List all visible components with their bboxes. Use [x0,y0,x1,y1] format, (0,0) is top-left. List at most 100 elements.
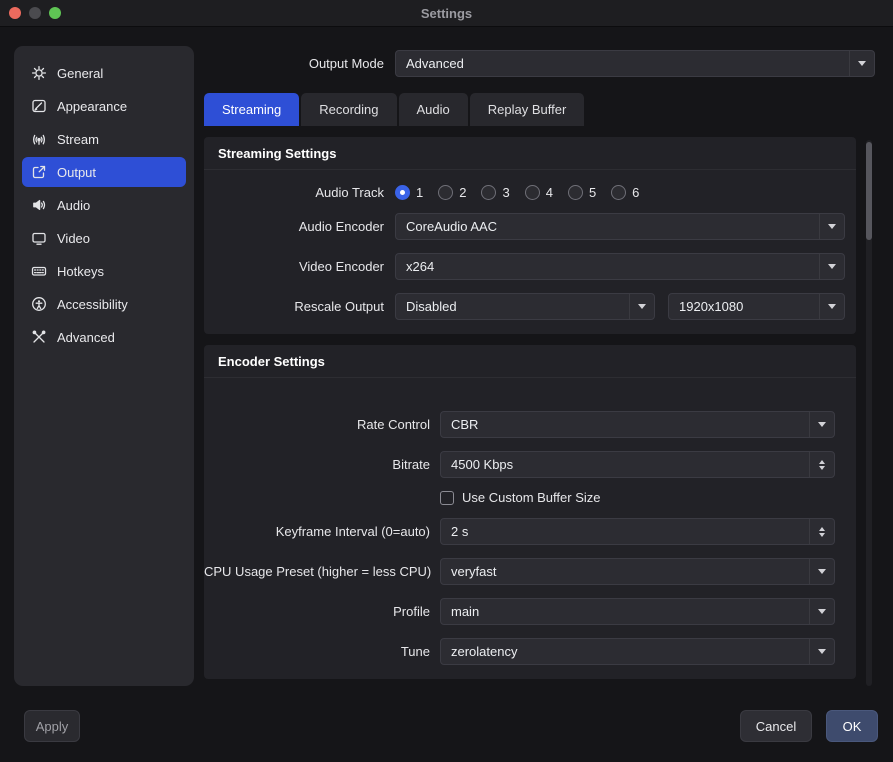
chevron-down-icon [809,412,834,437]
apply-button[interactable]: Apply [24,710,80,742]
spinner-arrows-icon [809,452,834,477]
sidebar-item-hotkeys[interactable]: Hotkeys [22,256,186,286]
keyframe-interval-spinner[interactable]: 2 s [440,518,835,545]
chevron-down-icon [809,559,834,584]
rescale-resolution-select[interactable]: 1920x1080 [668,293,845,320]
rate-control-select[interactable]: CBR [440,411,835,438]
settings-sidebar: General Appearance Stream Output Audio V… [14,46,194,686]
output-mode-row: Output Mode Advanced [204,50,875,77]
radio-icon [481,185,496,200]
profile-row: Profile main [204,598,856,625]
rate-control-row: Rate Control CBR [204,411,856,438]
tab-audio[interactable]: Audio [399,93,468,126]
bitrate-value: 4500 Kbps [441,457,809,472]
audio-track-radio-6[interactable]: 6 [611,185,639,200]
streaming-settings-panel: Streaming Settings Audio Track 1 2 3 4 5… [204,137,856,334]
radio-label: 4 [546,185,553,200]
output-mode-label: Output Mode [204,56,384,71]
sidebar-item-label: Advanced [57,330,115,345]
sidebar-item-accessibility[interactable]: Accessibility [22,289,186,319]
scrollbar-thumb[interactable] [866,142,872,240]
hotkeys-icon [31,263,47,279]
cpu-usage-preset-select[interactable]: veryfast [440,558,835,585]
tab-label: Streaming [222,102,281,117]
sidebar-item-appearance[interactable]: Appearance [22,91,186,121]
scrollbar[interactable] [866,140,872,686]
gear-icon [31,65,47,81]
profile-label: Profile [204,604,430,619]
radio-label: 5 [589,185,596,200]
main-content: Output Mode Advanced Streaming Recording… [204,46,875,679]
output-mode-select[interactable]: Advanced [395,50,875,77]
audio-track-radio-3[interactable]: 3 [481,185,509,200]
minimize-button[interactable] [29,7,41,19]
sidebar-item-advanced[interactable]: Advanced [22,322,186,352]
tab-replay-buffer[interactable]: Replay Buffer [470,93,585,126]
sidebar-item-label: Appearance [57,99,127,114]
use-custom-buffer-label: Use Custom Buffer Size [462,490,600,505]
bitrate-label: Bitrate [204,457,430,472]
audio-track-radio-4[interactable]: 4 [525,185,553,200]
keyframe-interval-label: Keyframe Interval (0=auto) [204,524,430,539]
sidebar-item-label: Hotkeys [57,264,104,279]
rescale-output-value: Disabled [396,299,629,314]
cancel-button[interactable]: Cancel [740,710,812,742]
encoder-settings-title: Encoder Settings [204,345,856,378]
sidebar-item-output[interactable]: Output [22,157,186,187]
sidebar-item-label: Output [57,165,96,180]
sidebar-item-general[interactable]: General [22,58,186,88]
use-custom-buffer-checkbox[interactable] [440,491,454,505]
tune-row: Tune zerolatency [204,638,856,665]
radio-label: 1 [416,185,423,200]
audio-encoder-select[interactable]: CoreAudio AAC [395,213,845,240]
encoder-settings-panel: Encoder Settings Rate Control CBR Bitrat… [204,345,856,679]
tune-select[interactable]: zerolatency [440,638,835,665]
radio-icon [611,185,626,200]
chevron-down-icon [809,639,834,664]
tab-recording[interactable]: Recording [301,93,396,126]
sidebar-item-audio[interactable]: Audio [22,190,186,220]
tune-value: zerolatency [441,644,809,659]
video-encoder-value: x264 [396,259,819,274]
tab-label: Replay Buffer [488,102,567,117]
audio-encoder-label: Audio Encoder [204,219,384,234]
accessibility-icon [31,296,47,312]
cpu-usage-preset-value: veryfast [441,564,809,579]
chevron-down-icon [849,51,874,76]
audio-track-radio-1[interactable]: 1 [395,185,423,200]
tab-streaming[interactable]: Streaming [204,93,299,126]
settings-window: { "colors": { "accent": "#2e4fd6", "ok_b… [0,0,893,762]
audio-track-radio-group: 1 2 3 4 5 6 [395,185,639,200]
rescale-output-select[interactable]: Disabled [395,293,655,320]
streaming-settings-title: Streaming Settings [204,137,856,170]
sidebar-item-label: Video [57,231,90,246]
cpu-usage-preset-label: CPU Usage Preset (higher = less CPU) [204,564,430,579]
sidebar-item-video[interactable]: Video [22,223,186,253]
appearance-icon [31,98,47,114]
sidebar-item-label: General [57,66,103,81]
audio-encoder-value: CoreAudio AAC [396,219,819,234]
use-custom-buffer-row: Use Custom Buffer Size [440,490,856,505]
profile-select[interactable]: main [440,598,835,625]
video-encoder-select[interactable]: x264 [395,253,845,280]
audio-track-radio-2[interactable]: 2 [438,185,466,200]
sidebar-item-label: Audio [57,198,90,213]
chevron-down-icon [629,294,654,319]
profile-value: main [441,604,809,619]
chevron-down-icon [809,599,834,624]
audio-encoder-row: Audio Encoder CoreAudio AAC [204,213,856,240]
rescale-output-label: Rescale Output [204,299,384,314]
close-button[interactable] [9,7,21,19]
ok-button[interactable]: OK [826,710,878,742]
rescale-resolution-value: 1920x1080 [669,299,819,314]
radio-icon [438,185,453,200]
bitrate-spinner[interactable]: 4500 Kbps [440,451,835,478]
audio-icon [31,197,47,213]
audio-track-radio-5[interactable]: 5 [568,185,596,200]
sidebar-item-stream[interactable]: Stream [22,124,186,154]
window-controls [9,7,61,19]
keyframe-interval-row: Keyframe Interval (0=auto) 2 s [204,518,856,545]
cpu-usage-preset-row: CPU Usage Preset (higher = less CPU) ver… [204,558,856,585]
rate-control-value: CBR [441,417,809,432]
zoom-button[interactable] [49,7,61,19]
